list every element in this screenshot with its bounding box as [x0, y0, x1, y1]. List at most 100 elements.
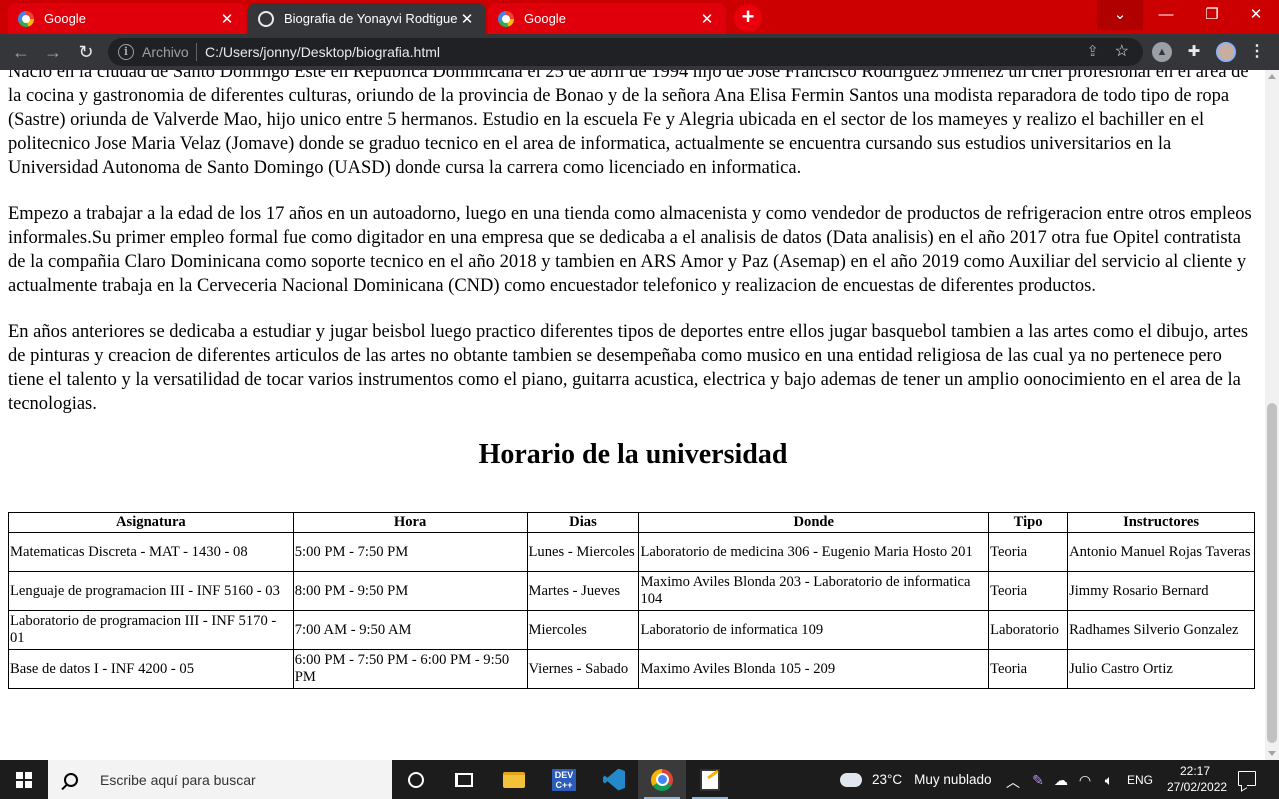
table-cell: Miercoles	[526, 610, 640, 650]
chrome-icon	[651, 768, 673, 791]
new-tab-button[interactable]: +	[734, 4, 762, 32]
column-header: Tipo	[988, 512, 1069, 533]
forward-arrow-icon[interactable]: →	[40, 39, 66, 65]
chevron-up-icon[interactable]: ︿	[1004, 772, 1022, 792]
vertical-scrollbar[interactable]	[1265, 70, 1279, 760]
table-cell: Teoria	[988, 532, 1069, 572]
scroll-up-arrow-icon[interactable]	[1268, 74, 1276, 79]
table-cell: Teoria	[988, 571, 1069, 611]
extension-icon[interactable]: ▲	[1152, 42, 1172, 62]
close-icon[interactable]: ✕	[698, 10, 716, 28]
biography-paragraph-1: Nacio en la ciudad de Santo Domingo Este…	[8, 70, 1249, 178]
table-cell: Jimmy Rosario Bernard	[1067, 571, 1255, 611]
file-explorer-button[interactable]	[490, 760, 538, 799]
puzzle-extensions-icon[interactable]: ✚	[1184, 42, 1204, 62]
windows-taskbar: Escribe aquí para buscar DEV C++ 23°C Muy…	[0, 760, 1279, 799]
table-cell: Radhames Silverio Gonzalez	[1067, 610, 1255, 650]
table-cell: Laboratorio	[988, 610, 1069, 650]
tab-google-1[interactable]: Google ✕	[8, 3, 246, 34]
table-cell: Maximo Aviles Blonda 203 - Laboratorio d…	[638, 571, 990, 611]
info-icon[interactable]: i	[118, 44, 134, 60]
task-view-button[interactable]	[440, 760, 488, 799]
tab-biografia[interactable]: Biografia de Yonayvi Rodtiguez ✕	[248, 3, 486, 34]
column-header: Dias	[526, 512, 640, 533]
notification-icon[interactable]	[1238, 771, 1256, 786]
system-clock[interactable]: 22:17 27/02/2022	[1167, 763, 1228, 795]
tab-title: Google	[44, 11, 86, 26]
divider	[196, 43, 197, 61]
document: Nacio en la ciudad de Santo Domingo Este…	[8, 70, 1258, 689]
clock-date: 27/02/2022	[1167, 780, 1228, 794]
scheme-label: Archivo	[142, 44, 189, 60]
table-cell: Lunes - Miercoles	[526, 532, 640, 572]
cloud-icon	[837, 766, 862, 787]
table-cell: 5:00 PM - 7:50 PM	[292, 532, 528, 572]
kebab-menu-icon[interactable]: ⋮	[1247, 42, 1267, 62]
profile-avatar[interactable]	[1216, 42, 1236, 62]
reload-icon[interactable]: ↻	[73, 39, 99, 65]
cortana-icon	[408, 771, 424, 788]
search-icon	[64, 772, 78, 787]
table-cell: 6:00 PM - 7:50 PM - 6:00 PM - 9:50 PM	[292, 649, 528, 689]
table-cell: Lenguaje de programacion III - INF 5160 …	[8, 571, 294, 611]
table-cell: Maximo Aviles Blonda 105 - 209	[638, 649, 990, 689]
table-cell: Matematicas Discreta - MAT - 1430 - 08	[8, 532, 294, 572]
tab-title: Biografia de Yonayvi Rodtiguez	[284, 11, 458, 26]
tab-google-2[interactable]: Google ✕	[488, 3, 726, 34]
table-row: Laboratorio de programacion III - INF 51…	[8, 610, 1255, 650]
table-row: Base de datos I - INF 4200 - 05 6:00 PM …	[8, 649, 1255, 689]
share-icon[interactable]: ⇪	[1086, 42, 1099, 60]
column-header: Donde	[638, 512, 990, 533]
browser-toolbar: ← → ↻ i Archivo C:/Users/jonny/Desktop/b…	[0, 34, 1279, 70]
google-icon	[18, 10, 34, 27]
windows-logo-icon	[16, 771, 32, 788]
devcpp-button[interactable]: DEV C++	[540, 760, 588, 799]
maximize-button[interactable]: ❐	[1189, 0, 1235, 30]
volume-icon[interactable]: 🔈︎	[1100, 772, 1118, 789]
close-icon[interactable]: ✕	[458, 10, 476, 28]
vscode-icon	[603, 768, 625, 791]
table-cell: Base de datos I - INF 4200 - 05	[8, 649, 294, 689]
folder-icon	[503, 771, 525, 788]
task-view-icon	[455, 772, 473, 787]
column-header: Asignatura	[8, 512, 294, 533]
weather-widget[interactable]: 23°C Muy nublado	[837, 760, 991, 799]
taskbar-search-box[interactable]: Escribe aquí para buscar	[48, 760, 392, 799]
page-viewport: Nacio en la ciudad de Santo Domingo Este…	[0, 70, 1265, 760]
vscode-button[interactable]	[590, 760, 638, 799]
clock-time: 22:17	[1179, 764, 1211, 778]
close-window-button[interactable]: ✕	[1233, 0, 1279, 30]
tab-search-button[interactable]: ⌄	[1097, 0, 1143, 30]
scrollbar-thumb[interactable]	[1267, 403, 1277, 743]
table-cell: Teoria	[988, 649, 1069, 689]
start-button[interactable]	[0, 760, 48, 799]
biography-paragraph-3: En años anteriores se dedicaba a estudia…	[8, 322, 1249, 414]
back-arrow-icon[interactable]: ←	[8, 39, 34, 65]
scroll-down-arrow-icon[interactable]	[1268, 751, 1276, 756]
chrome-button[interactable]	[638, 760, 686, 799]
language-indicator[interactable]: ENG	[1127, 760, 1153, 799]
table-cell: 8:00 PM - 9:50 PM	[292, 571, 528, 611]
table-row: Lenguaje de programacion III - INF 5160 …	[8, 571, 1255, 611]
table-cell: Martes - Jueves	[526, 571, 640, 611]
bookmark-star-icon[interactable]: ☆	[1115, 41, 1129, 61]
notepad-button[interactable]	[686, 760, 734, 799]
notepad-icon	[700, 768, 720, 791]
search-placeholder: Escribe aquí para buscar	[100, 771, 256, 788]
tab-strip: Google ✕ Biografia de Yonayvi Rodtiguez …	[0, 0, 1279, 34]
table-cell: Laboratorio de informatica 109	[638, 610, 990, 650]
minimize-button[interactable]: —	[1143, 0, 1189, 30]
wifi-icon[interactable]: ◠	[1076, 772, 1094, 789]
table-cell: Viernes - Sabado	[526, 649, 640, 689]
onedrive-cloud-icon[interactable]: ☁	[1052, 772, 1070, 789]
schedule-heading: Horario de la universidad	[478, 439, 788, 470]
cortana-button[interactable]	[392, 760, 440, 799]
pen-icon[interactable]: ✎	[1029, 772, 1047, 789]
column-header: Hora	[292, 512, 528, 533]
google-icon	[498, 10, 514, 27]
address-bar[interactable]: i Archivo C:/Users/jonny/Desktop/biograf…	[108, 38, 1143, 66]
close-icon[interactable]: ✕	[218, 10, 236, 28]
table-header-row: Asignatura Hora Dias Donde Tipo Instruct…	[8, 512, 1255, 533]
table-row: Matematicas Discreta - MAT - 1430 - 08 5…	[8, 532, 1255, 572]
url-text[interactable]: C:/Users/jonny/Desktop/biografia.html	[205, 44, 440, 60]
